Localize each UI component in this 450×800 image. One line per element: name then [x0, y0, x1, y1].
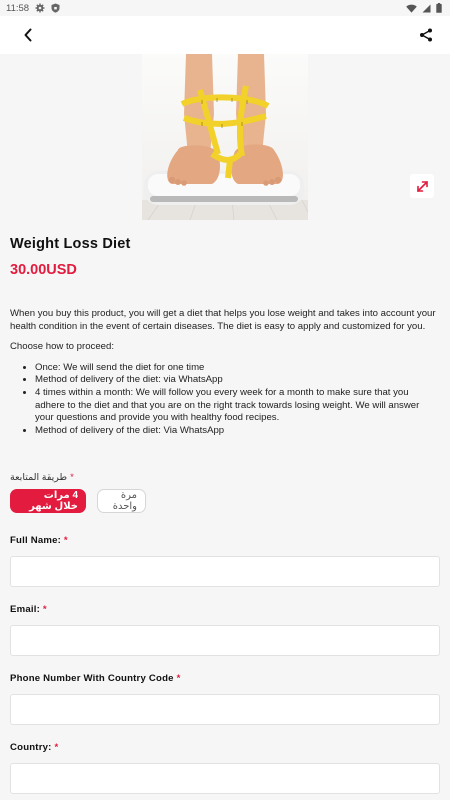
shield-icon — [51, 3, 60, 13]
full-name-input[interactable] — [10, 556, 440, 588]
phone-label: Phone Number With Country Code * — [10, 673, 440, 684]
list-item: Once: We will send the diet for one time — [35, 362, 440, 375]
product-image-area — [0, 54, 450, 220]
full-name-label: Full Name: * — [10, 535, 440, 546]
product-price: 30.00USD — [10, 262, 77, 278]
wifi-icon — [406, 4, 417, 13]
status-time: 11:58 — [6, 2, 30, 14]
status-bar: 11:58 — [0, 0, 450, 16]
required-mark: * — [70, 472, 74, 484]
options-list: Once: We will send the diet for one time… — [35, 362, 440, 438]
follow-up-label: طريقة المتابعة * — [10, 472, 440, 483]
app-bar — [0, 16, 450, 54]
description-choose: Choose how to proceed: — [10, 341, 114, 353]
list-item: 4 times within a month: We will follow y… — [35, 387, 440, 425]
product-title: Weight Loss Diet — [10, 236, 131, 252]
list-item: Method of delivery of the diet: via What… — [35, 374, 440, 387]
required-mark: * — [54, 742, 59, 754]
battery-icon — [436, 3, 442, 13]
required-mark: * — [42, 604, 47, 616]
product-description: When you buy this product, you will get … — [10, 308, 440, 437]
country-input[interactable] — [10, 763, 440, 795]
signal-icon — [422, 4, 431, 12]
share-icon — [420, 28, 432, 42]
list-item: Method of delivery of the diet: Via What… — [35, 425, 440, 438]
option-once[interactable]: مرة واحدة — [97, 489, 146, 514]
back-arrow-icon — [24, 28, 32, 42]
required-mark: * — [63, 535, 68, 547]
country-label-text: Country: — [10, 742, 52, 754]
expand-image-button[interactable] — [410, 174, 434, 198]
follow-up-options: 4 مرات خلال شهر مرة واحدة — [10, 489, 440, 514]
product-image[interactable] — [142, 54, 308, 220]
description-intro: When you buy this product, you will get … — [10, 308, 436, 332]
full-name-label-text: Full Name: — [10, 535, 62, 547]
phone-input[interactable] — [10, 694, 440, 726]
email-label: Email: * — [10, 604, 440, 615]
required-mark: * — [176, 673, 181, 685]
option-four-times-month[interactable]: 4 مرات خلال شهر — [10, 489, 86, 514]
settings-gear-icon — [35, 3, 45, 13]
product-details: Weight Loss Diet 30.00USD When you buy t… — [0, 236, 450, 795]
country-label: Country: * — [10, 742, 440, 753]
back-button[interactable] — [16, 23, 40, 47]
email-input[interactable] — [10, 625, 440, 657]
email-label-text: Email: — [10, 604, 40, 616]
expand-icon — [416, 180, 428, 192]
share-button[interactable] — [414, 23, 438, 47]
follow-up-label-text: طريقة المتابعة — [10, 472, 68, 484]
phone-label-text: Phone Number With Country Code — [10, 673, 174, 685]
